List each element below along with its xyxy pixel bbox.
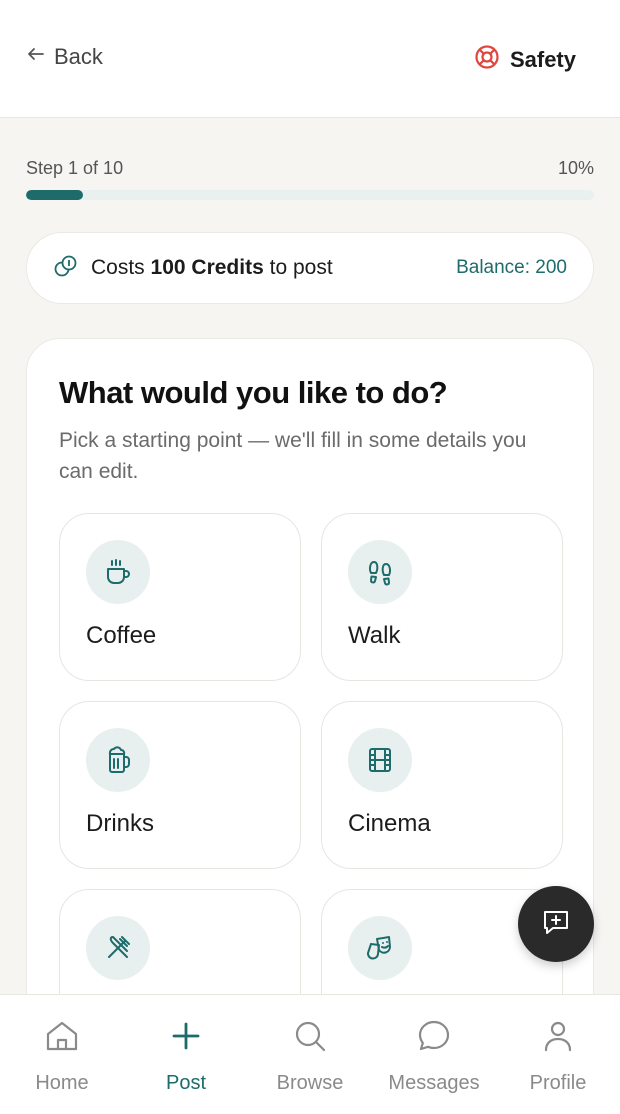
- top-bar: Back Safety: [0, 0, 620, 118]
- step-text: Step 1 of 10: [26, 158, 124, 178]
- safety-label: Safety: [509, 47, 576, 72]
- activity-card: What would you like to do? Pick a starti…: [26, 338, 594, 1057]
- progress-row: Step 1 of 10 10%: [26, 158, 594, 179]
- nav-home[interactable]: Home: [0, 995, 124, 1114]
- lifebuoy-icon: [474, 44, 500, 76]
- bottom-nav: Home Post Browse Messages Profile: [0, 994, 620, 1114]
- coins-icon: [53, 253, 91, 284]
- nav-label: Messages: [388, 1072, 480, 1094]
- message-plus-icon: [539, 905, 573, 944]
- coffee-icon: [86, 540, 150, 604]
- progress-bar: [26, 190, 594, 200]
- option-cinema[interactable]: Cinema: [321, 701, 563, 869]
- option-walk[interactable]: Walk: [321, 513, 563, 681]
- credits-banner: Costs 100 Credits to post Balance: 200: [26, 232, 594, 304]
- credits-prefix: Costs: [91, 256, 145, 279]
- nav-post[interactable]: Post: [124, 995, 248, 1114]
- option-label: Cinema: [348, 810, 431, 837]
- option-label: Coffee: [86, 622, 157, 649]
- nav-profile[interactable]: Profile: [496, 995, 620, 1114]
- back-button[interactable]: Back: [26, 44, 103, 70]
- beer-mug-icon: [86, 728, 150, 792]
- nav-messages[interactable]: Messages: [372, 995, 496, 1114]
- search-icon: [291, 1017, 329, 1060]
- credits-suffix: to post: [269, 256, 333, 279]
- nav-label: Browse: [276, 1072, 344, 1094]
- option-drinks[interactable]: Drinks: [59, 701, 301, 869]
- nav-label: Post: [165, 1072, 207, 1094]
- chat-bubble-icon: [415, 1017, 453, 1060]
- footprints-icon: [348, 540, 412, 604]
- page-title: What would you like to do?: [59, 375, 448, 410]
- page-subtitle: Pick a starting point — we'll fill in so…: [59, 429, 527, 483]
- arrow-left-icon: [26, 44, 46, 70]
- new-message-fab[interactable]: [518, 886, 594, 962]
- progress-percent: 10%: [557, 158, 594, 178]
- option-label: Drinks: [86, 810, 155, 837]
- plus-icon: [167, 1017, 205, 1060]
- option-coffee[interactable]: Coffee: [59, 513, 301, 681]
- theater-mask-icon: [348, 916, 412, 980]
- nav-browse[interactable]: Browse: [248, 995, 372, 1114]
- nav-label: Home: [35, 1072, 89, 1094]
- balance-text: Balance: 200: [456, 257, 567, 278]
- option-label: Walk: [348, 622, 401, 649]
- nav-label: Profile: [529, 1072, 587, 1094]
- back-label: Back: [54, 44, 103, 69]
- film-icon: [348, 728, 412, 792]
- home-icon: [43, 1017, 81, 1060]
- safety-button[interactable]: Safety: [474, 44, 576, 76]
- utensils-icon: [86, 916, 150, 980]
- credits-amount: 100 Credits: [150, 256, 264, 279]
- progress-fill: [26, 190, 83, 200]
- user-icon: [539, 1017, 577, 1060]
- credits-text: Costs 100 Credits to post: [91, 256, 456, 280]
